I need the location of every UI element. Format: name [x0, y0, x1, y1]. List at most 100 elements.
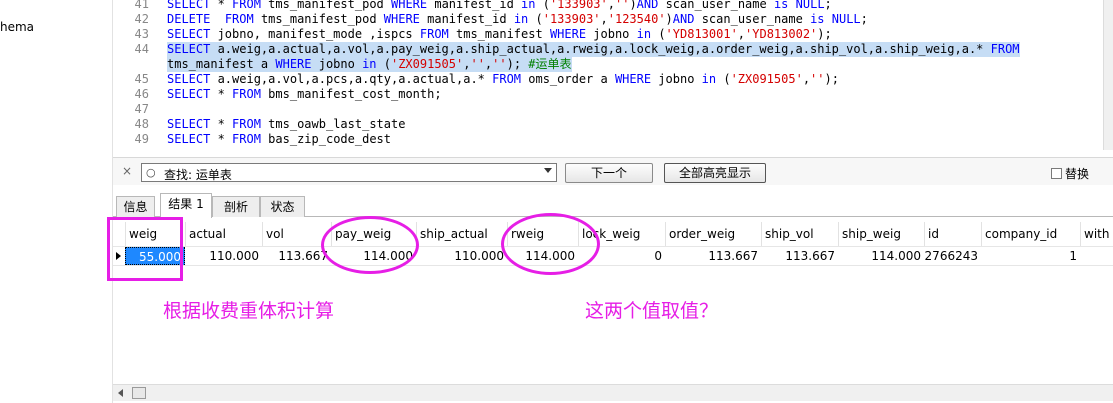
- code-token: in: [362, 57, 377, 71]
- code-line[interactable]: 49 SELECT * FROM bas_zip_code_dest: [113, 132, 391, 147]
- cell-lock_weig[interactable]: 0: [578, 247, 665, 265]
- code-token: AND: [636, 0, 659, 11]
- code-token: tms_manifest: [448, 27, 550, 41]
- code-token: SELECT: [167, 0, 211, 11]
- cell-rweig[interactable]: 114.000: [507, 247, 578, 265]
- tab-status[interactable]: 状态: [260, 196, 305, 217]
- find-input[interactable]: ○ 查找: 运单表: [141, 163, 557, 182]
- close-icon[interactable]: ×: [122, 164, 132, 178]
- code-token: jobno, manifest_mode ,ispcs: [210, 27, 420, 41]
- replace-label: 替换: [1065, 167, 1090, 181]
- checkbox-box[interactable]: [1051, 168, 1062, 179]
- code-token: scan_user_name: [658, 0, 774, 11]
- code-line[interactable]: tms_manifest a WHERE jobno in ('ZX091505…: [113, 57, 572, 72]
- line-number: 43: [134, 27, 149, 41]
- code-token: in: [701, 72, 717, 86]
- column-header-lock_weig[interactable]: lock_weig: [578, 222, 665, 246]
- line-number: 49: [134, 132, 149, 146]
- object-tree-pane: hema: [0, 0, 113, 403]
- highlight-all-button[interactable]: 全部高亮显示: [664, 163, 766, 183]
- code-token: a.weig,a.actual,a.vol,a.pay_weig,a.ship_…: [210, 42, 991, 56]
- code-token: ;: [860, 12, 868, 26]
- cell-weig[interactable]: 55.000: [125, 247, 185, 265]
- column-header-order_weig[interactable]: order_weig: [665, 222, 761, 246]
- cell-ship_vol[interactable]: 113.667: [761, 247, 838, 265]
- table-row[interactable]: 55.000 110.000 113.667 114.000 110.000 114.00…: [113, 246, 1113, 266]
- find-input-value: 查找: 运单表: [164, 168, 232, 182]
- line-number: 42: [134, 12, 149, 26]
- code-token: 'YD813002': [745, 27, 818, 41]
- cell-actual[interactable]: 110.000: [185, 247, 262, 265]
- code-token: jobno: [651, 72, 702, 86]
- code-token: in: [513, 12, 529, 26]
- code-line[interactable]: 46 SELECT * FROM bms_manifest_cost_month;: [113, 87, 442, 102]
- column-header-company_id[interactable]: company_id: [981, 222, 1080, 246]
- column-header-with[interactable]: with: [1080, 222, 1113, 246]
- cell-ship_actual[interactable]: 110.000: [416, 247, 507, 265]
- code-line[interactable]: 41 SELECT * FROM tms_manifest_pod WHERE m…: [113, 0, 832, 12]
- code-token: *: [210, 117, 233, 131]
- column-header-ship_vol[interactable]: ship_vol: [761, 222, 838, 246]
- column-header-actual[interactable]: actual: [185, 222, 262, 246]
- code-text: SELECT * FROM bms_manifest_cost_month;: [167, 87, 442, 102]
- code-text: SELECT * FROM tms_manifest_pod WHERE man…: [167, 0, 832, 12]
- code-line[interactable]: 47: [113, 102, 167, 117]
- code-token: in: [636, 27, 652, 41]
- column-header-pay_weig[interactable]: pay_weig: [331, 222, 416, 246]
- cell-vol[interactable]: 113.667: [262, 247, 331, 265]
- replace-checkbox[interactable]: 替换: [1051, 165, 1089, 182]
- column-header-ship_weig[interactable]: ship_weig: [838, 222, 924, 246]
- code-line[interactable]: 42 DELETE FROM tms_manifest_pod WHERE man…: [113, 12, 868, 27]
- code-token: (: [528, 12, 543, 26]
- code-token: (: [651, 27, 666, 41]
- sql-editor[interactable]: 41 SELECT * FROM tms_manifest_pod WHERE m…: [113, 0, 1103, 150]
- column-header-id[interactable]: id: [924, 222, 981, 246]
- find-next-button[interactable]: 下一个: [565, 163, 653, 183]
- cell-with[interactable]: [1080, 247, 1113, 265]
- chevron-down-icon[interactable]: [544, 168, 552, 173]
- scroll-left-icon[interactable]: [118, 389, 123, 397]
- scroll-thumb[interactable]: [132, 387, 146, 399]
- code-token: WHERE: [275, 57, 312, 71]
- schema-label[interactable]: hema: [0, 20, 34, 34]
- editor-vertical-scrollbar[interactable]: [1103, 0, 1113, 150]
- tab-info[interactable]: 信息: [116, 196, 155, 217]
- code-line[interactable]: 45 SELECT a.weig,a.vol,a.pcs,a.qty,a.actu…: [113, 72, 839, 87]
- code-token: SELECT: [167, 87, 211, 101]
- cell-id[interactable]: 2766243: [924, 247, 981, 265]
- column-header-vol[interactable]: vol: [262, 222, 331, 246]
- tab-result-1[interactable]: 结果 1: [160, 193, 212, 218]
- code-token: FROM: [419, 27, 449, 41]
- code-token: '': [614, 0, 630, 11]
- tab-profile[interactable]: 剖析: [212, 196, 260, 217]
- code-token: jobno: [311, 57, 363, 71]
- code-token: is: [810, 12, 825, 26]
- cell-order_weig[interactable]: 113.667: [665, 247, 761, 265]
- search-icon: ○: [146, 166, 156, 179]
- column-header-ship_actual[interactable]: ship_actual: [416, 222, 507, 246]
- code-token: ,: [600, 12, 608, 26]
- code-token: manifest_id: [419, 12, 514, 26]
- code-token: WHERE: [549, 27, 587, 41]
- code-token: bms_manifest_cost_month;: [260, 87, 442, 101]
- code-line[interactable]: 43 SELECT jobno, manifest_mode ,ispcs FRO…: [113, 27, 832, 42]
- column-header-rweig[interactable]: rweig: [507, 222, 578, 246]
- code-text: SELECT jobno, manifest_mode ,ispcs FROM …: [167, 27, 832, 42]
- cell-ship_weig[interactable]: 114.000: [838, 247, 924, 265]
- code-token: ,: [607, 0, 615, 11]
- cell-company_id[interactable]: 1: [981, 247, 1080, 265]
- code-text: SELECT a.weig,a.actual,a.vol,a.pay_weig,…: [167, 42, 1020, 57]
- code-line[interactable]: 44 SELECT a.weig,a.actual,a.vol,a.pay_wei…: [113, 42, 1020, 57]
- code-token: NULL: [795, 0, 825, 11]
- code-token: FROM: [232, 0, 261, 11]
- code-token: 'ZX091505': [390, 57, 464, 71]
- code-line[interactable]: 48 SELECT * FROM tms_oawb_last_state: [113, 117, 406, 132]
- grid-horizontal-scrollbar[interactable]: [113, 384, 1113, 401]
- column-header-weig[interactable]: weig: [125, 222, 185, 246]
- cell-pay_weig[interactable]: 114.000: [331, 247, 416, 265]
- code-token: tms_manifest_pod: [260, 0, 391, 11]
- code-token: tms_oawb_last_state: [260, 117, 406, 131]
- code-token: ): [665, 12, 673, 26]
- code-token: scan_user_name: [694, 12, 811, 26]
